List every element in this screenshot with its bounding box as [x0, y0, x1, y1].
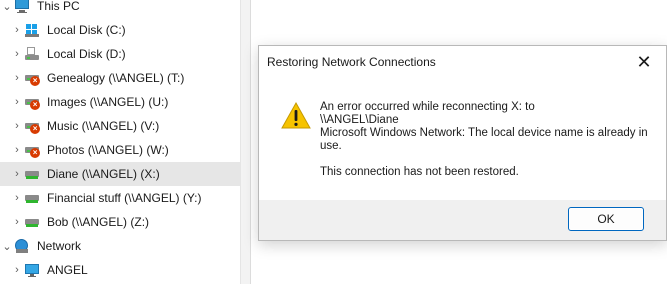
chevron-right-icon[interactable]: › — [10, 138, 24, 162]
network-drive-icon — [24, 214, 40, 230]
nav-item-network[interactable]: ⌄ Network — [0, 234, 240, 258]
navigation-pane: ⌄ This PC › Local Disk (C:) › Local Disk… — [0, 0, 250, 284]
network-icon — [14, 238, 30, 254]
chevron-right-icon[interactable]: › — [10, 114, 24, 138]
disconnected-network-drive-icon: × — [24, 70, 40, 86]
nav-item-label: Financial stuff (\\ANGEL) (Y:) — [47, 191, 202, 205]
nav-item-label: Diane (\\ANGEL) (X:) — [47, 167, 160, 181]
nav-item-label: ANGEL — [47, 263, 88, 277]
message-path: \\ANGEL\Diane — [320, 114, 399, 126]
chevron-right-icon[interactable]: › — [10, 210, 24, 234]
chevron-right-icon[interactable]: › — [10, 42, 24, 66]
nav-item-this-pc[interactable]: ⌄ This PC — [0, 0, 240, 18]
message-line: An error occurred while reconnecting X: … — [320, 101, 535, 113]
nav-item-local-disk-d[interactable]: › Local Disk (D:) — [0, 42, 250, 66]
computer-icon — [24, 262, 40, 278]
nav-item-bob[interactable]: › Bob (\\ANGEL) (Z:) — [0, 210, 250, 234]
nav-item-label: Images (\\ANGEL) (U:) — [47, 95, 169, 109]
nav-item-financial-stuff[interactable]: › Financial stuff (\\ANGEL) (Y:) — [0, 186, 250, 210]
nav-item-label: Local Disk (D:) — [47, 47, 126, 61]
chevron-right-icon[interactable]: › — [10, 66, 24, 90]
dialog-title-bar: Restoring Network Connections ✕ — [259, 46, 666, 78]
nav-item-label: Bob (\\ANGEL) (Z:) — [47, 215, 150, 229]
nav-item-local-disk-c[interactable]: › Local Disk (C:) — [0, 18, 250, 42]
chevron-right-icon[interactable]: › — [10, 186, 24, 210]
nav-item-images[interactable]: › × Images (\\ANGEL) (U:) — [0, 90, 250, 114]
network-drive-icon — [24, 190, 40, 206]
chevron-right-icon[interactable]: › — [10, 258, 24, 282]
nav-item-label: Genealogy (\\ANGEL) (T:) — [47, 71, 185, 85]
drive-icon — [24, 46, 40, 62]
chevron-right-icon[interactable]: › — [10, 90, 24, 114]
dialog-message: An error occurred while reconnecting X: … — [320, 101, 650, 179]
nav-item-genealogy[interactable]: › × Genealogy (\\ANGEL) (T:) — [0, 66, 250, 90]
close-icon[interactable]: ✕ — [622, 46, 666, 78]
chevron-right-icon[interactable]: › — [10, 18, 24, 42]
disconnected-network-drive-icon: × — [24, 94, 40, 110]
nav-item-diane[interactable]: › Diane (\\ANGEL) (X:) — [0, 162, 250, 186]
nav-item-music[interactable]: › × Music (\\ANGEL) (V:) — [0, 114, 250, 138]
chevron-down-icon[interactable]: ⌄ — [0, 234, 14, 258]
dialog-title: Restoring Network Connections — [267, 55, 436, 69]
chevron-right-icon[interactable]: › — [10, 162, 24, 186]
message-line: This connection has not been restored. — [320, 166, 519, 178]
disconnected-network-drive-icon: × — [24, 118, 40, 134]
dialog-footer: OK — [259, 200, 666, 240]
network-drive-icon — [24, 166, 40, 182]
nav-item-label: Music (\\ANGEL) (V:) — [47, 119, 160, 133]
chevron-down-icon[interactable]: ⌄ — [0, 0, 14, 18]
warning-icon — [281, 101, 311, 129]
message-line: Microsoft Windows Network: The local dev… — [320, 127, 648, 152]
content-pane-border — [250, 0, 251, 284]
nav-item-angel[interactable]: › ANGEL — [0, 258, 250, 282]
ok-button[interactable]: OK — [568, 207, 644, 231]
this-pc-icon — [14, 0, 30, 14]
nav-item-label: This PC — [37, 0, 80, 13]
disconnected-network-drive-icon: × — [24, 142, 40, 158]
nav-item-photos[interactable]: › × Photos (\\ANGEL) (W:) — [0, 138, 250, 162]
windows-drive-icon — [24, 22, 40, 38]
restoring-network-connections-dialog: Restoring Network Connections ✕ An error… — [258, 45, 667, 241]
nav-item-label: Network — [37, 239, 82, 253]
nav-item-label: Photos (\\ANGEL) (W:) — [47, 143, 169, 157]
nav-item-label: Local Disk (C:) — [47, 23, 126, 37]
